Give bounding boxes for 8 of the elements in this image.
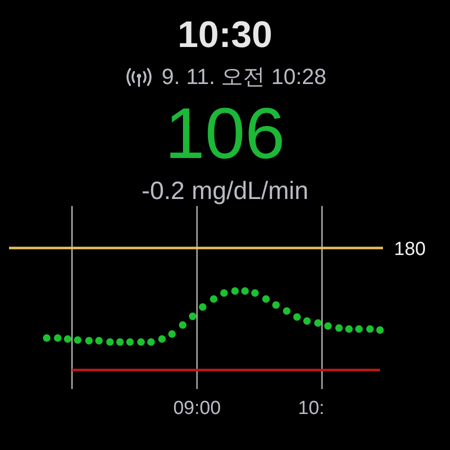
clock-time: 10:30 — [178, 14, 272, 56]
high-threshold-label: 180 — [394, 239, 426, 260]
glucose-trend-rate: -0.2 mg/dL/min — [142, 176, 308, 206]
signal-broadcast-icon — [124, 66, 154, 88]
last-reading-time: 9. 11. 오전 10:28 — [162, 63, 326, 91]
glucose-value: 106 — [164, 96, 286, 172]
time-axis-label: 09:00 — [173, 398, 221, 419]
time-axis-label: 10: — [298, 398, 324, 419]
